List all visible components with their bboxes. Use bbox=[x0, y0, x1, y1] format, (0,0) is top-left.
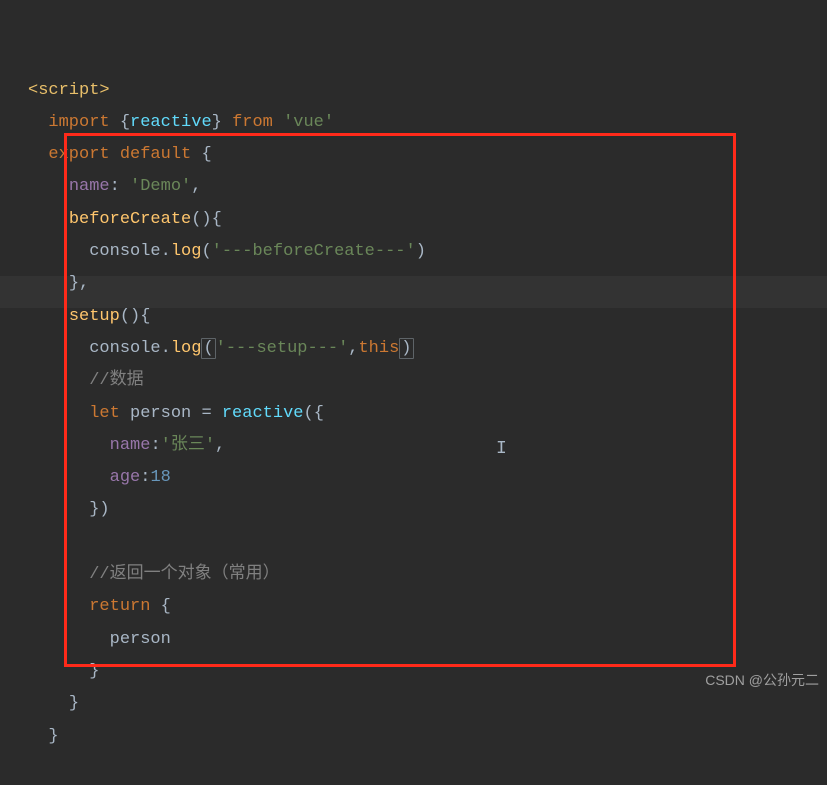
dot-2: . bbox=[161, 339, 171, 358]
text-cursor-icon: I bbox=[496, 432, 507, 466]
str-demo: 'Demo' bbox=[130, 177, 191, 196]
comma-1: , bbox=[191, 177, 201, 196]
colon-3: : bbox=[140, 468, 150, 487]
brace-open-6: { bbox=[161, 597, 171, 616]
brace-close: } bbox=[212, 113, 222, 132]
paren-close-1: ) bbox=[416, 242, 426, 261]
log-2: log bbox=[171, 339, 202, 358]
brace-open-3: { bbox=[212, 210, 222, 229]
prop-name-2: name bbox=[110, 436, 151, 455]
kw-let: let bbox=[89, 404, 120, 423]
kw-from: from bbox=[232, 113, 273, 132]
comma-3: , bbox=[348, 339, 358, 358]
brace-close-2: } bbox=[69, 274, 79, 293]
str-setup: '---setup---' bbox=[216, 339, 349, 358]
log-1: log bbox=[171, 242, 202, 261]
code-editor[interactable]: <script> import {reactive} from 'vue' ex… bbox=[0, 0, 827, 785]
import-reactive: reactive bbox=[130, 113, 212, 132]
brace-close-3: } bbox=[89, 662, 99, 681]
str-vue: 'vue' bbox=[283, 113, 334, 132]
console-2: console bbox=[89, 339, 160, 358]
parens-2: () bbox=[120, 307, 140, 326]
brace-open: { bbox=[120, 113, 130, 132]
equals: = bbox=[201, 404, 211, 423]
script-open-tag: <script> bbox=[28, 81, 110, 100]
prop-name: name bbox=[69, 177, 110, 196]
paren-open-3: ( bbox=[303, 404, 313, 423]
comma-2: , bbox=[79, 274, 89, 293]
var-person: person bbox=[130, 404, 191, 423]
brace-open-5: { bbox=[314, 404, 324, 423]
str-zhangsan: '张三' bbox=[161, 436, 215, 455]
fn-setup: setup bbox=[69, 307, 120, 326]
num-18: 18 bbox=[150, 468, 170, 487]
str-beforecreate: '---beforeCreate---' bbox=[212, 242, 416, 261]
person-ref: person bbox=[110, 630, 171, 649]
close-obj-paren: }) bbox=[89, 500, 109, 519]
kw-default: default bbox=[120, 145, 191, 164]
comment-data: //数据 bbox=[89, 371, 143, 390]
kw-this: this bbox=[358, 339, 399, 358]
brace-close-4: } bbox=[69, 694, 79, 713]
dot-1: . bbox=[161, 242, 171, 261]
colon-1: : bbox=[110, 177, 120, 196]
code-content: <script> import {reactive} from 'vue' ex… bbox=[28, 75, 827, 753]
paren-open-1: ( bbox=[201, 242, 211, 261]
comma-4: , bbox=[215, 436, 225, 455]
kw-import: import bbox=[48, 113, 109, 132]
kw-export: export bbox=[48, 145, 109, 164]
fn-beforecreate: beforeCreate bbox=[69, 210, 191, 229]
colon-2: : bbox=[150, 436, 160, 455]
brace-close-5: } bbox=[48, 727, 58, 746]
paren-open-hl: ( bbox=[201, 338, 215, 359]
call-reactive: reactive bbox=[222, 404, 304, 423]
paren-close-hl: ) bbox=[399, 338, 413, 359]
prop-age: age bbox=[110, 468, 141, 487]
brace-open-2: { bbox=[201, 145, 211, 164]
kw-return: return bbox=[89, 597, 150, 616]
parens-1: () bbox=[191, 210, 211, 229]
brace-open-4: { bbox=[140, 307, 150, 326]
comment-return: //返回一个对象（常用） bbox=[89, 565, 279, 584]
watermark-text: CSDN @公孙元二 bbox=[705, 667, 819, 694]
console-1: console bbox=[89, 242, 160, 261]
